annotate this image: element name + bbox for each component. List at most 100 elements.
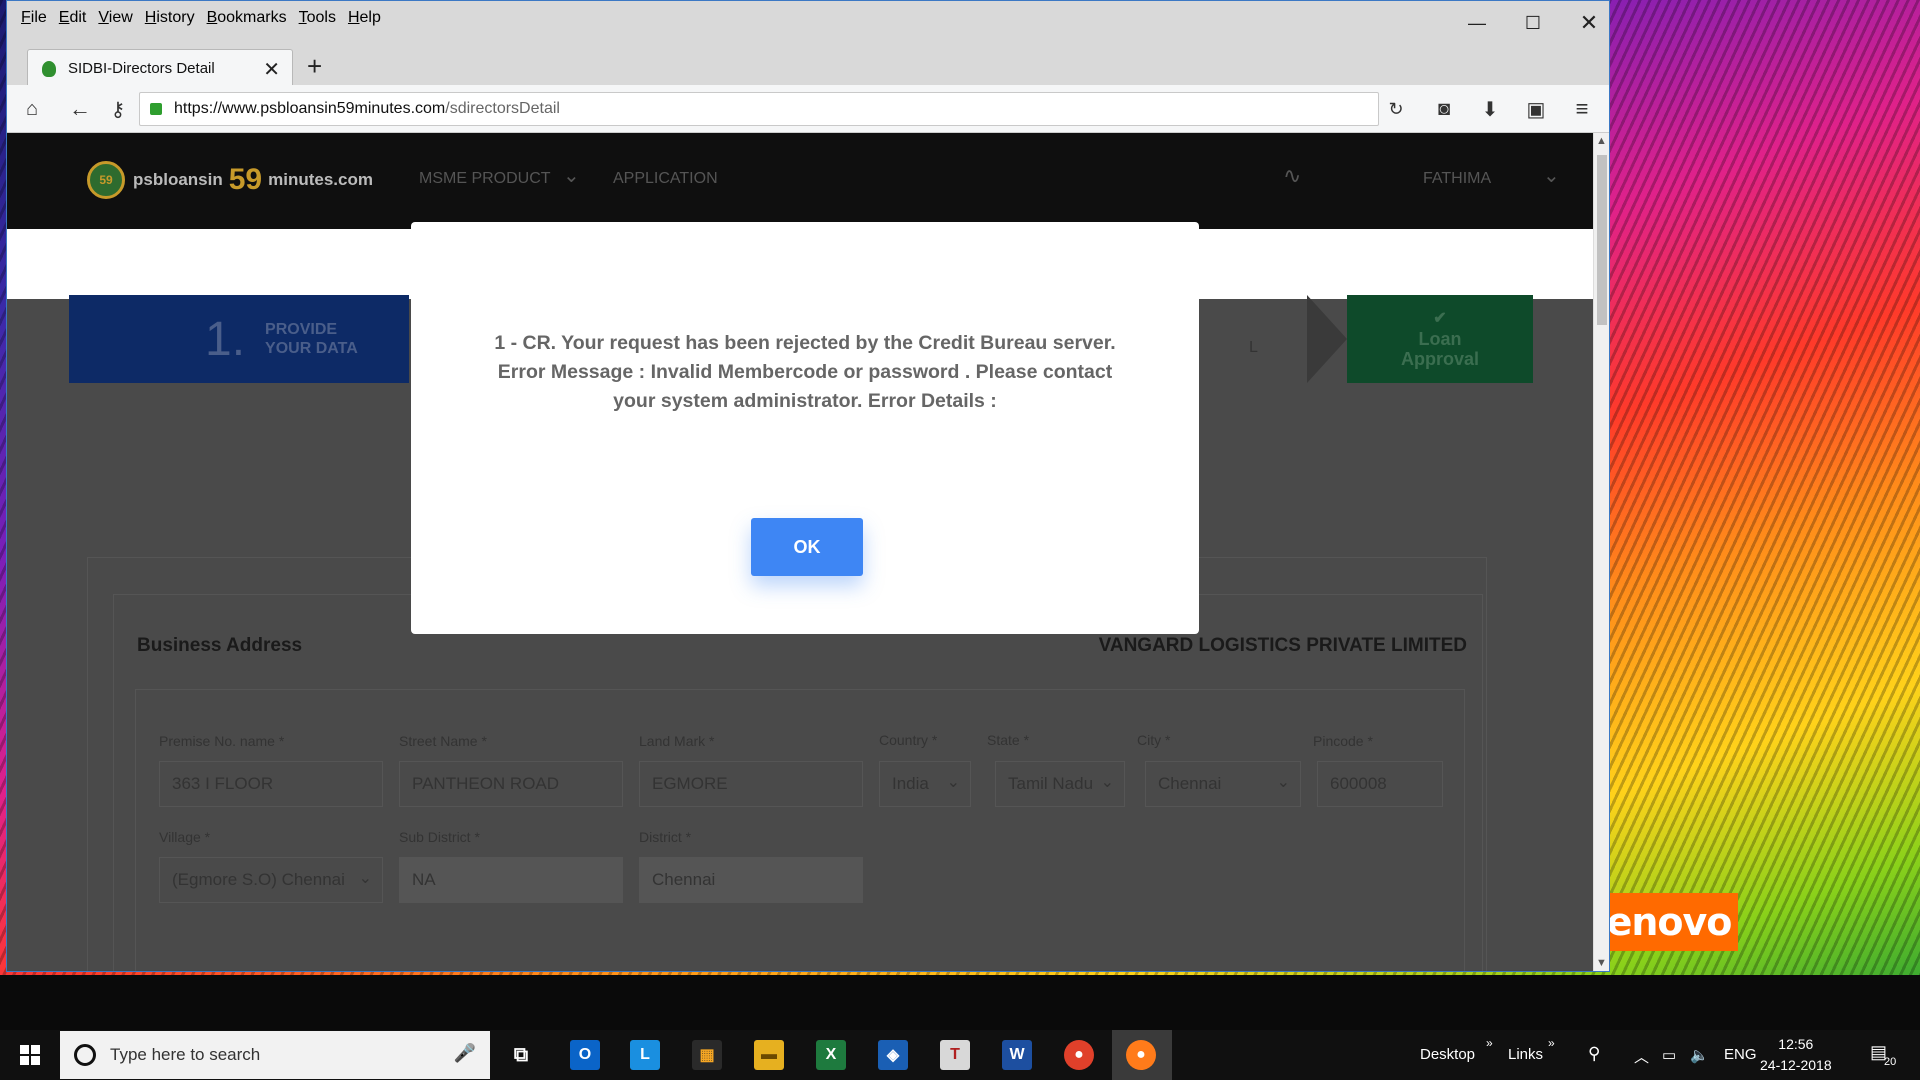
download-icon[interactable]: ⬇: [1475, 95, 1505, 123]
notification-count: 20: [1884, 1056, 1897, 1068]
site-logo[interactable]: 59 psbloansin 59 minutes.com: [87, 161, 373, 199]
section-title: Business Address: [137, 635, 303, 656]
district-label: District *: [639, 829, 692, 845]
browser-window: File Edit View History Bookmarks Tools H…: [6, 0, 1610, 972]
people-icon[interactable]: ⚲: [1588, 1044, 1600, 1064]
site-header: 59 psbloansin 59 minutes.com MSME PRODUC…: [7, 133, 1597, 229]
back-icon[interactable]: ←: [65, 95, 95, 123]
scroll-down-icon[interactable]: ▼: [1596, 957, 1607, 969]
user-chevron-icon[interactable]: ⌄: [1543, 163, 1560, 188]
menu-help[interactable]: Help: [342, 5, 387, 31]
chevron-down-icon: ⌄: [946, 774, 960, 791]
logo-badge: 59: [87, 161, 125, 199]
city-select[interactable]: Chennai ⌄: [1145, 761, 1301, 807]
pocket-icon[interactable]: ◙: [1429, 95, 1459, 123]
village-value: (Egmore S.O) Chennai: [172, 870, 345, 889]
chevron-down-icon: ⌄: [1100, 774, 1114, 791]
chevron-down-icon: ⌄: [1276, 774, 1290, 791]
menu-file[interactable]: File: [15, 5, 53, 31]
url-host: https://www.psbloansin59minutes.com: [174, 100, 446, 117]
new-tab-button[interactable]: +: [307, 51, 322, 82]
subdistrict-label: Sub District *: [399, 829, 480, 845]
ok-button[interactable]: OK: [751, 518, 863, 576]
word-icon[interactable]: W: [1002, 1040, 1032, 1070]
chevron-down-icon[interactable]: ⌄: [563, 163, 580, 188]
company-name: VANGARD LOGISTICS PRIVATE LIMITED: [1098, 635, 1467, 656]
search-placeholder: Type here to search: [110, 1045, 261, 1064]
firefox-icon[interactable]: ●: [1126, 1040, 1156, 1070]
village-select[interactable]: (Egmore S.O) Chennai ⌄: [159, 857, 383, 903]
error-message-line1: 1 - CR. Your request has been rejected b…: [494, 332, 1116, 354]
language-indicator[interactable]: ENG: [1724, 1046, 1757, 1063]
tray-expand-icon[interactable]: ︿: [1634, 1046, 1649, 1067]
error-message: 1 - CR. Your request has been rejected b…: [471, 329, 1139, 416]
step-provide-data: 1. PROVIDE YOUR DATA: [69, 295, 409, 383]
pincode-label: Pincode *: [1313, 733, 1373, 749]
country-select[interactable]: India ⌄: [879, 761, 971, 807]
wallpaper-dark-band: [0, 975, 1920, 1030]
landmark-value: EGMORE: [652, 774, 728, 793]
menu-history[interactable]: History: [139, 5, 201, 31]
menu-bookmarks[interactable]: Bookmarks: [201, 5, 293, 31]
user-name[interactable]: FATHIMA: [1423, 170, 1491, 188]
scrollbar-thumb[interactable]: [1597, 155, 1607, 325]
tally-icon[interactable]: T: [940, 1040, 970, 1070]
app-l-icon[interactable]: L: [630, 1040, 660, 1070]
desktop-chevron-icon[interactable]: »: [1486, 1036, 1493, 1050]
step-final-line1: Loan: [1418, 329, 1462, 349]
reload-icon[interactable]: ↻: [1381, 95, 1411, 123]
url-bar[interactable]: https://www.psbloansin59minutes.com /sdi…: [139, 92, 1379, 126]
microphone-icon[interactable]: 🎤: [454, 1043, 476, 1064]
logo-text-left: psbloansin: [133, 170, 223, 189]
cortana-icon: [74, 1044, 96, 1066]
start-button[interactable]: [0, 1030, 60, 1080]
street-value: PANTHEON ROAD: [412, 774, 560, 793]
street-input[interactable]: PANTHEON ROAD: [399, 761, 623, 807]
nav-msme-product[interactable]: MSME PRODUCT: [419, 170, 551, 188]
premise-value: 363 I FLOOR: [172, 774, 274, 793]
tab-sidbi-directors[interactable]: SIDBI-Directors Detail ✕: [27, 49, 293, 87]
logo-number: 59: [228, 163, 263, 196]
volume-icon[interactable]: 🔈: [1690, 1046, 1709, 1064]
page-scrollbar[interactable]: ▲ ▼: [1593, 133, 1609, 971]
taskbar: Type here to search 🎤 ⧉ O L ▦ ▬ X ◈ T W …: [0, 1030, 1920, 1080]
subdistrict-value: NA: [412, 870, 436, 889]
error-dialog: 1 - CR. Your request has been rejected b…: [411, 222, 1199, 634]
key-icon[interactable]: ⚷: [103, 95, 133, 123]
links-toolbar-label[interactable]: Links: [1508, 1046, 1543, 1063]
country-label: Country *: [879, 732, 938, 748]
step-label-line1: PROVIDE: [265, 321, 338, 338]
chevron-down-icon: ⌄: [358, 870, 372, 887]
menu-edit[interactable]: Edit: [53, 5, 93, 31]
hamburger-menu-icon[interactable]: ≡: [1567, 95, 1597, 123]
landmark-input[interactable]: EGMORE: [639, 761, 863, 807]
scroll-up-icon[interactable]: ▲: [1596, 135, 1607, 147]
store-icon[interactable]: ▦: [692, 1040, 722, 1070]
desktop-toolbar-label[interactable]: Desktop: [1420, 1046, 1475, 1063]
chrome-icon[interactable]: ●: [1064, 1040, 1094, 1070]
task-view-icon[interactable]: ⧉: [506, 1040, 536, 1070]
menu-view[interactable]: View: [92, 5, 138, 31]
outlook-icon[interactable]: O: [570, 1040, 600, 1070]
menu-tools[interactable]: Tools: [293, 5, 342, 31]
state-select[interactable]: Tamil Nadu ⌄: [995, 761, 1125, 807]
home-icon[interactable]: ⌂: [17, 95, 47, 123]
security-app-icon[interactable]: ◈: [878, 1040, 908, 1070]
nav-application[interactable]: APPLICATION: [613, 170, 718, 188]
excel-icon[interactable]: X: [816, 1040, 846, 1070]
taskbar-search[interactable]: Type here to search 🎤: [60, 1031, 490, 1079]
library-icon[interactable]: ▣: [1521, 95, 1551, 123]
clock-date: 24-12-2018: [1760, 1057, 1832, 1073]
state-label: State *: [987, 732, 1030, 748]
navigation-bar: ⌂ ← ⚷ https://www.psbloansin59minutes.co…: [7, 85, 1609, 133]
pincode-input[interactable]: 600008: [1317, 761, 1443, 807]
network-icon[interactable]: ▭: [1662, 1046, 1676, 1064]
tab-close-icon[interactable]: ✕: [263, 57, 280, 82]
links-chevron-icon[interactable]: »: [1548, 1036, 1555, 1050]
check-circle-icon: ✔: [1433, 310, 1447, 327]
system-clock[interactable]: 12:56 24-12-2018: [1760, 1034, 1832, 1076]
step-loan-approval: ✔ Loan Approval: [1307, 295, 1533, 383]
file-explorer-icon[interactable]: ▬: [754, 1040, 784, 1070]
premise-input[interactable]: 363 I FLOOR: [159, 761, 383, 807]
clock-time: 12:56: [1778, 1036, 1814, 1052]
